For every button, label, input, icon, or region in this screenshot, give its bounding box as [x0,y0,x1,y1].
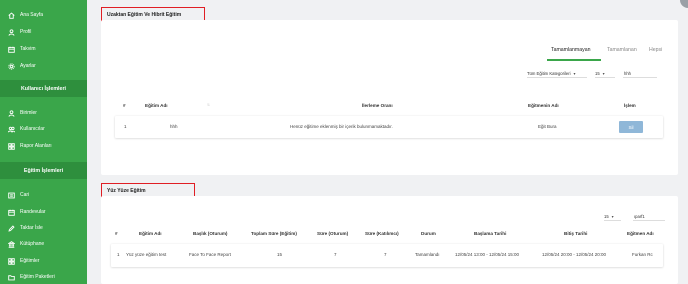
tab-tamamlanan[interactable]: Tamamlanan [607,47,637,53]
sidebar-item-label: Taktar İsle [20,225,43,231]
sidebar-item-takvim[interactable]: Takvim [8,44,36,54]
page-size-select[interactable]: 15 ▾ [604,213,621,221]
user-icon [8,28,15,36]
column-header-no: # [123,103,126,108]
sidebar-item-randevular[interactable]: Randevular [8,207,46,217]
sidebar-item-label: Kütüphane [20,241,45,247]
list-icon [8,192,15,198]
calendar-icon [8,46,15,53]
settings-corner-icon[interactable] [680,0,688,8]
sort-icon[interactable]: ⇅ [207,103,210,107]
row-participant-duration: 7 [384,252,387,257]
sidebar-item-label: Cari [20,192,30,198]
sidebar-item-cari[interactable]: Cari [8,190,29,200]
sidebar-item-kutuphane[interactable]: Kütüphane [8,239,44,249]
column-header-name[interactable]: Eğitim Adı [145,103,168,108]
column-header-trainer[interactable]: Eğitmenin Adı [528,103,559,108]
row-training-name[interactable]: Yüz yüze eğitim test [126,252,166,257]
face-to-face-training-card [101,196,678,284]
column-header-trainer[interactable]: Eğitmen Adı [627,231,654,236]
row-status: Tamamlandı [415,252,440,257]
search-input[interactable] [623,70,657,78]
sidebar-item-ana-sayfa[interactable]: Ana Sayfa [8,10,43,20]
column-header-start-date[interactable]: Başlama Tarihi [474,231,506,236]
chevron-down-icon: ▾ [602,71,605,76]
tab-active-underline [547,59,601,61]
card2-title: Yüz Yüze Eğitim [107,187,146,194]
column-header-session-duration[interactable]: Süre (Oturum) [317,231,348,236]
row-no: 1 [117,252,120,257]
sidebar-section-title: Eğitim İşlemleri [23,167,64,174]
grid-icon [8,257,15,265]
sidebar-section-kullanici: Kullanıcı İşlemleri [0,80,87,97]
edit-icon [8,224,15,232]
sidebar-item-label: Kullanıcılar [20,126,45,132]
sidebar-item-ayarlar[interactable]: Ayarlar [8,61,36,71]
column-header-session-title[interactable]: Başlık (Oturum) [193,231,227,236]
card1-title: Uzaktan Eğitim Ve Hibrit Eğitim [107,12,182,18]
sidebar-item-label: Randevular [20,209,46,215]
tab-hepsi[interactable]: Hepsi [649,47,662,53]
sidebar-item-label: Profil [20,29,32,35]
sidebar-item-egitimler[interactable]: Eğitimler [8,256,39,266]
row-training-name[interactable]: hhh [170,124,178,129]
sidebar-item-label: Rapor Alanları [20,143,52,149]
delete-button[interactable]: Sil [619,121,643,133]
sidebar-item-label: Ayarlar [20,63,36,69]
sidebar-item-label: Eğitimler [20,258,40,264]
category-filter-select[interactable]: Tüm Eğitim Kategorileri ▾ [527,70,587,78]
page-size-value: 15 [604,214,609,219]
column-header-participant-duration[interactable]: Süre (Katılımcı) [365,231,399,236]
folder-icon [8,274,15,280]
search-input[interactable] [633,213,665,221]
library-icon [8,240,15,248]
sidebar-item-profil[interactable]: Profil [8,27,31,37]
column-header-status[interactable]: Durum [421,231,436,236]
row-session-title: Face To Face Report [189,252,231,257]
column-header-name[interactable]: Eğitim Adı [139,231,162,236]
sidebar-item-birimler[interactable]: Birimler [8,108,37,118]
gear-icon [8,62,15,70]
sidebar-section-egitim: Eğitim İşlemleri [0,162,87,179]
row-trainer: Eğit Bura [538,124,557,129]
home-icon [8,11,15,19]
users-icon [8,126,15,132]
sidebar-item-label: Eğitim Paketleri [20,274,55,280]
sidebar-item-label: Birimler [20,110,37,116]
row-total-duration: 15 [277,252,283,257]
column-header-no: # [115,231,118,236]
calendar-icon [8,209,15,216]
remote-training-card [101,20,678,175]
sidebar-section-title: Kullanıcı İşlemleri [20,85,67,92]
row-start-date: 12/05/24 13:00 - 12/05/24 15:00 [455,252,520,257]
page-size-select[interactable]: 15 ▾ [595,70,615,78]
sidebar-item-taktar-isle[interactable]: Taktar İsle [8,223,43,233]
grid-icon [8,142,15,150]
chevron-down-icon: ▾ [611,214,614,219]
page-size-value: 15 [595,71,600,76]
sidebar-item-label: Ana Sayfa [20,12,44,18]
user-icon [8,109,15,117]
column-header-action: İşlem [624,103,636,108]
sidebar-item-egitim-paketleri[interactable]: Eğitim Paketleri [8,272,55,282]
sidebar-item-label: Takvim [20,46,36,52]
sidebar-item-rapor-alanlari[interactable]: Rapor Alanları [8,141,52,151]
row-trainer: Furkan Rc [632,252,653,257]
column-header-progress[interactable]: İlerleme Oranı [362,103,393,108]
row-end-date: 12/05/24 20:00 - 12/05/24 20:00 [542,252,607,257]
row-session-duration: 7 [334,252,337,257]
column-header-end-date[interactable]: Bitiş Tarihi [564,231,587,236]
row-no: 1 [124,124,127,129]
category-filter-label: Tüm Eğitim Kategorileri [527,71,571,76]
sidebar: Ana Sayfa Profil Takvim Ayarlar Kullanıc… [0,0,87,284]
chevron-down-icon: ▾ [573,71,576,76]
column-header-total-duration[interactable]: Toplam Süre (Eğitim) [251,231,297,236]
sidebar-item-kullanicilar[interactable]: Kullanıcılar [8,124,45,134]
row-progress-text: Henüz eğitime eklenmiş bir içerik bulunm… [290,124,393,129]
tab-tamamlanmayan[interactable]: Tamamlanmayan [551,47,591,53]
